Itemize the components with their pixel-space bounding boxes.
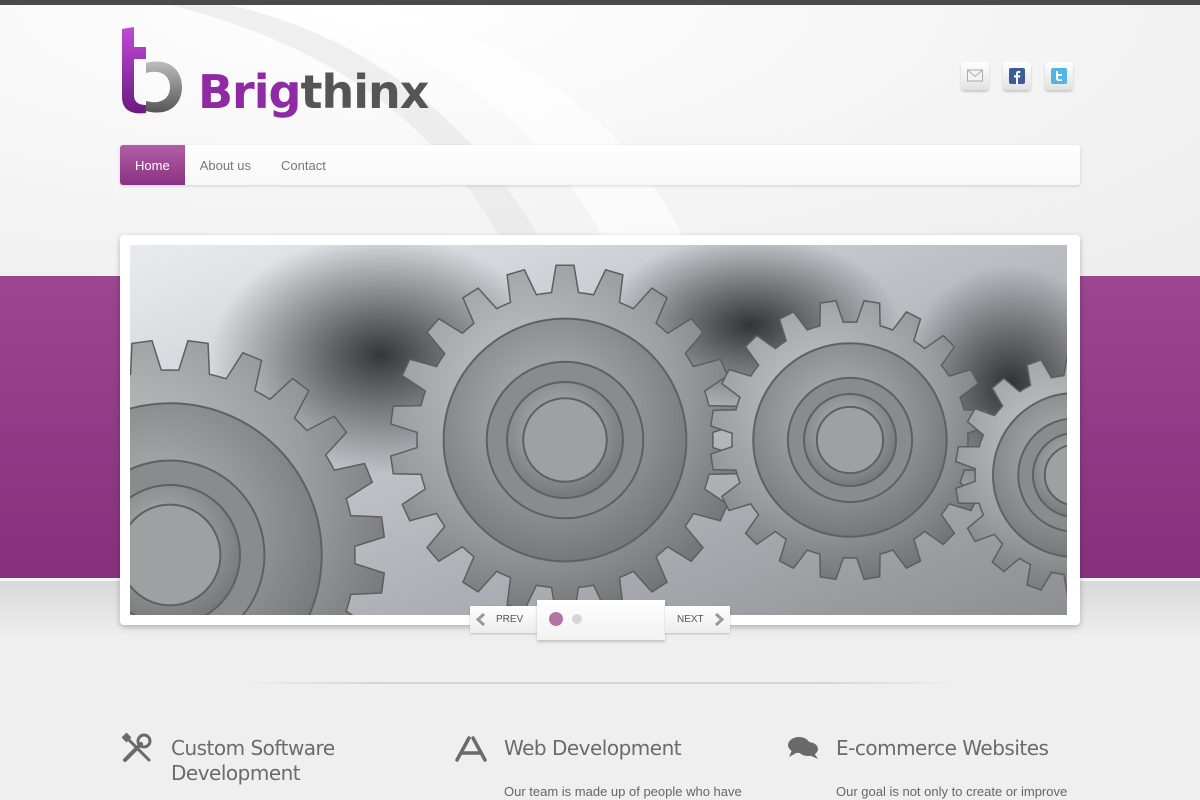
nav-item-about-us[interactable]: About us — [185, 145, 266, 185]
section-divider — [240, 682, 960, 684]
logo[interactable]: Brigthinx — [120, 25, 429, 117]
chat-bubbles-icon — [788, 737, 818, 759]
slider-dot-2[interactable] — [572, 614, 582, 624]
logo-mark-icon — [122, 27, 182, 114]
slider-prev-button[interactable]: PREV — [470, 606, 537, 633]
logo-text-part2: thinx — [300, 65, 429, 119]
feature-ecommerce-websites: E-commerce Websites Our goal is not only… — [786, 732, 1106, 800]
feature-custom-software: Custom Software Development — [121, 732, 441, 800]
logo-text: Brigthinx — [198, 69, 429, 115]
app-store-icon — [455, 736, 487, 762]
slide-gears-image — [130, 245, 1067, 615]
slider-dot-1[interactable] — [549, 612, 563, 626]
chevron-right-icon — [714, 613, 725, 626]
feature-title-line1: Custom Software — [171, 736, 335, 760]
slider-pagination — [537, 600, 665, 640]
feature-web-development: Web Development Our team is made up of p… — [454, 732, 774, 800]
social-mail-button[interactable] — [961, 62, 989, 92]
social-twitter-button[interactable] — [1045, 62, 1073, 92]
feature-description: Our team is made up of people who have — [504, 784, 742, 799]
wrench-screwdriver-icon — [121, 732, 152, 762]
slider-controls: PREV NEXT — [470, 600, 730, 642]
twitter-icon — [1051, 68, 1067, 84]
nav-item-contact[interactable]: Contact — [266, 145, 341, 185]
slider-next-button[interactable]: NEXT — [665, 606, 730, 633]
main-nav: Home About us Contact — [120, 145, 1080, 185]
social-facebook-button[interactable] — [1003, 62, 1031, 92]
feature-title-line2: Development — [171, 761, 301, 785]
feature-title: Custom Software Development — [171, 736, 401, 786]
chevron-left-icon — [475, 613, 486, 626]
feature-title: E-commerce Websites — [836, 736, 1049, 760]
feature-title: Web Development — [504, 736, 682, 760]
slider-prev-label: PREV — [496, 614, 524, 625]
nav-item-home[interactable]: Home — [120, 145, 185, 185]
slider-next-label: NEXT — [677, 614, 704, 625]
facebook-icon — [1009, 68, 1025, 84]
mail-icon — [967, 69, 983, 82]
gears-image — [130, 245, 1067, 615]
feature-description: Our goal is not only to create or improv… — [836, 784, 1068, 799]
logo-text-part1: Brig — [198, 65, 301, 119]
